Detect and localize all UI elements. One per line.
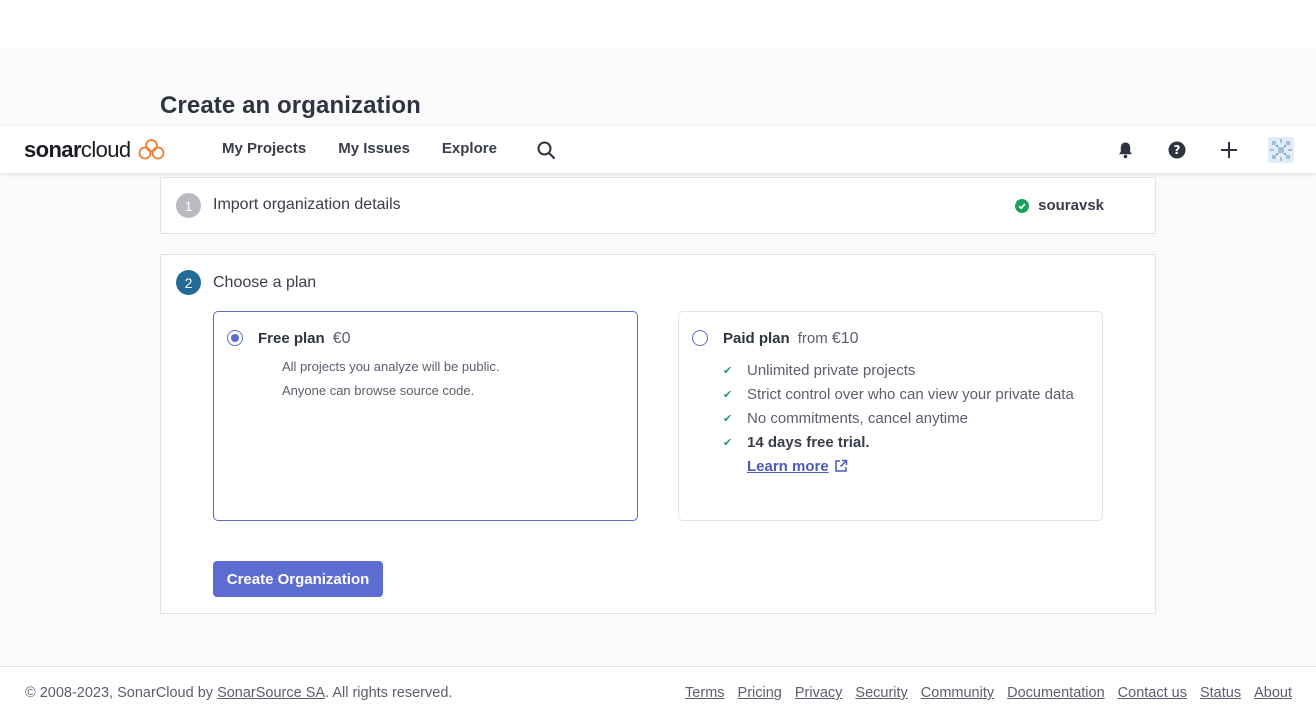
footer-link-security[interactable]: Security	[855, 685, 907, 701]
check-icon: ✔	[723, 364, 733, 377]
feature-item: ✔ Unlimited private projects	[723, 361, 916, 379]
free-plan-header: Free plan €0	[258, 330, 350, 348]
footer-link-about[interactable]: About	[1254, 685, 1292, 701]
search-icon[interactable]	[536, 140, 556, 160]
paid-plan-header: Paid plan from €10	[723, 330, 859, 348]
feature-item: ✔ No commitments, cancel anytime	[723, 409, 968, 427]
imported-organization: souravsk	[1015, 197, 1104, 214]
sonarcloud-logo[interactable]: sonarcloud	[24, 137, 165, 163]
feature-item: ✔ Strict control over who can view your p…	[723, 385, 1074, 403]
step-number-2: 2	[176, 270, 201, 295]
page-title: Create an organization	[160, 92, 421, 119]
step-title-import: Import organization details	[213, 196, 401, 213]
sonarsource-link[interactable]: SonarSource SA	[217, 685, 325, 701]
success-check-icon	[1015, 198, 1030, 213]
top-blank-area	[0, 0, 1316, 48]
logo-text: sonarcloud	[24, 137, 131, 162]
nav-my-issues[interactable]: My Issues	[338, 140, 410, 157]
footer-link-terms[interactable]: Terms	[685, 685, 724, 701]
step-choose-plan: 2 Choose a plan Free plan €0 All project…	[160, 254, 1156, 614]
plus-icon[interactable]	[1216, 137, 1242, 163]
step-title-choose-plan: Choose a plan	[213, 274, 317, 291]
create-organization-button[interactable]: Create Organization	[213, 561, 383, 597]
check-icon: ✔	[723, 412, 733, 425]
paid-plan-card[interactable]: Paid plan from €10 ✔ Unlimited private pr…	[678, 311, 1103, 521]
paid-plan-features: ✔ Unlimited private projects ✔ Strict cont…	[723, 358, 1074, 478]
nav-right-icons: ?	[1112, 137, 1294, 163]
free-plan-radio[interactable]	[227, 330, 243, 346]
footer-links: Terms Pricing Privacy Security Community…	[685, 685, 1292, 701]
avatar[interactable]	[1268, 137, 1294, 163]
step-import-organization: 1 Import organization details souravsk	[160, 177, 1156, 234]
footer: © 2008-2023, SonarCloud by SonarSource S…	[0, 666, 1316, 718]
footer-link-community[interactable]: Community	[921, 685, 994, 701]
bell-icon[interactable]	[1112, 137, 1138, 163]
free-plan-price: €0	[332, 330, 351, 347]
footer-link-privacy[interactable]: Privacy	[795, 685, 843, 701]
free-plan-line-public: All projects you analyze will be public.	[282, 359, 500, 374]
paid-plan-name: Paid plan	[723, 330, 790, 347]
paid-plan-price: from €10	[797, 330, 859, 347]
nav-my-projects[interactable]: My Projects	[222, 140, 306, 157]
help-icon[interactable]: ?	[1164, 137, 1190, 163]
step-number-1: 1	[176, 193, 201, 218]
copyright: © 2008-2023, SonarCloud by SonarSource S…	[25, 685, 453, 701]
top-navbar: sonarcloud My Projects My Issues Explore…	[0, 125, 1316, 173]
sonarcloud-cloud-icon	[138, 139, 164, 160]
footer-link-contact[interactable]: Contact us	[1118, 685, 1187, 701]
feature-item-trial: ✔ 14 days free trial.	[723, 433, 870, 451]
check-icon: ✔	[723, 436, 733, 449]
nav-explore[interactable]: Explore	[442, 140, 497, 157]
svg-text:?: ?	[1174, 143, 1181, 157]
free-plan-card[interactable]: Free plan €0 All projects you analyze wi…	[213, 311, 638, 521]
nav-links: My Projects My Issues Explore	[222, 140, 497, 157]
footer-link-status[interactable]: Status	[1200, 685, 1241, 701]
free-plan-name: Free plan	[258, 330, 325, 347]
free-plan-line-browse: Anyone can browse source code.	[282, 383, 475, 398]
footer-link-pricing[interactable]: Pricing	[738, 685, 782, 701]
check-icon: ✔	[723, 388, 733, 401]
footer-link-documentation[interactable]: Documentation	[1007, 685, 1105, 701]
external-link-icon	[834, 459, 847, 472]
paid-plan-radio[interactable]	[692, 330, 708, 346]
organization-name: souravsk	[1038, 197, 1104, 214]
learn-more-link[interactable]: Learn more	[747, 454, 1074, 478]
